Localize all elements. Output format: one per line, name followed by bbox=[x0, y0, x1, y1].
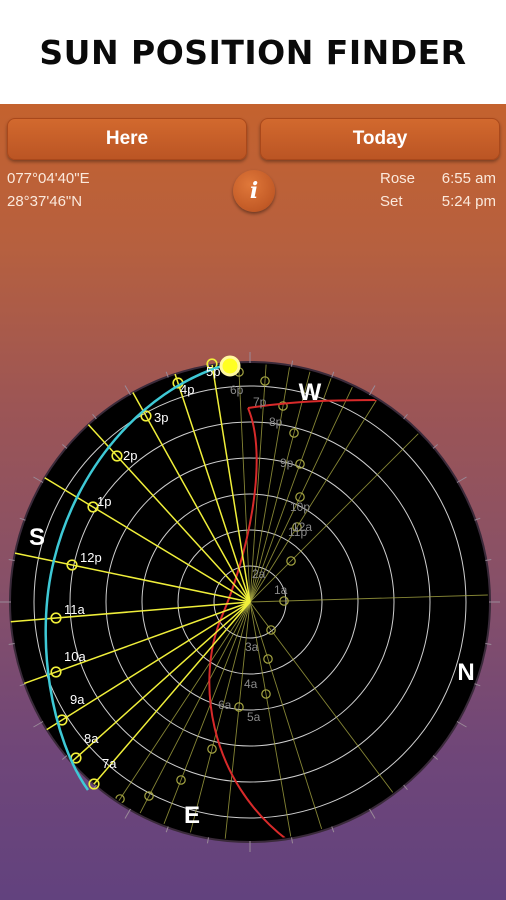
night-hour-label: 6p bbox=[230, 383, 244, 397]
night-hour-label: 6a bbox=[218, 698, 232, 712]
day-hour-label: 11a bbox=[64, 602, 85, 617]
compass-tick bbox=[456, 721, 467, 728]
night-hour-label: 10p bbox=[290, 500, 310, 514]
compass-tick bbox=[33, 721, 44, 728]
compass-tick bbox=[124, 385, 131, 396]
compass-east: E bbox=[184, 802, 200, 829]
night-hour-label: 4a bbox=[244, 677, 258, 691]
day-hour-label: 1p bbox=[97, 494, 111, 509]
compass-tick bbox=[456, 476, 467, 483]
day-hour-label: 9a bbox=[70, 692, 85, 707]
night-hour-label: 1a bbox=[274, 583, 288, 597]
sun-marker[interactable] bbox=[219, 355, 241, 377]
compass-west: W bbox=[299, 379, 322, 406]
day-hour-label: 10a bbox=[64, 649, 86, 664]
day-hour-label: 12p bbox=[80, 550, 102, 565]
compass-south: S bbox=[29, 524, 45, 551]
night-hour-label: 8p bbox=[269, 415, 283, 429]
compass-tick bbox=[33, 476, 44, 483]
night-hour-label: 9p bbox=[280, 456, 294, 470]
day-hour-label: 7a bbox=[102, 756, 117, 771]
night-hour-label: 3a bbox=[245, 640, 259, 654]
day-hour-label: 3p bbox=[154, 410, 168, 425]
night-hour-label: 5a bbox=[247, 710, 261, 724]
night-hour-label: 12a bbox=[292, 520, 312, 534]
night-hour-label: 7p bbox=[253, 395, 267, 409]
compass-tick bbox=[369, 808, 376, 819]
compass-tick bbox=[124, 808, 131, 819]
night-hour-label: 2a bbox=[252, 567, 266, 581]
day-hour-label: 2p bbox=[123, 448, 137, 463]
compass-north: N bbox=[457, 659, 474, 686]
day-hour-label: 4p bbox=[180, 382, 194, 397]
day-hour-label: 5p bbox=[206, 364, 220, 379]
sun-path-dial[interactable]: 6p7p8p9p10p11p12a1a2a3a4a5a6a 7a8a9a10a1… bbox=[0, 0, 506, 900]
compass-tick bbox=[369, 385, 376, 396]
day-hour-label: 8a bbox=[84, 731, 99, 746]
